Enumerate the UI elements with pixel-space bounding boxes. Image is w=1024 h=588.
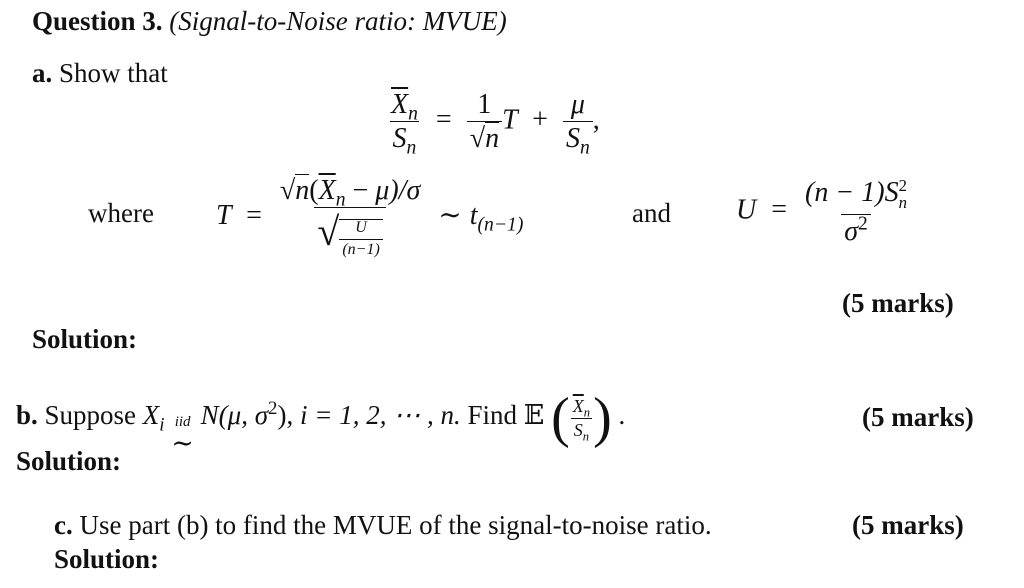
mu: μ	[570, 89, 585, 120]
one: 1	[477, 89, 492, 120]
equals-sign: =	[771, 194, 788, 226]
s: S	[392, 123, 407, 155]
iid-sim: iid ∼	[171, 415, 194, 457]
question-title: Question 3. (Signal-to-Noise ratio: MVUE…	[32, 8, 507, 35]
mu: μ	[375, 175, 390, 206]
equation-t-definition: T = √n(Xn − μ)/σ √ U (n−1) ∼ t(n−1)	[216, 174, 524, 259]
normal-distribution: N(μ, σ	[200, 400, 269, 431]
equation-u-definition: U = (n − 1)S 2 n σ2	[736, 177, 910, 247]
question-topic: (Signal-to-Noise ratio: MVUE)	[169, 6, 507, 36]
t-variable: T	[216, 199, 232, 231]
fraction-xbar-over-s: Xn Sn	[388, 89, 421, 158]
part-a-marks: (5 marks)	[842, 288, 954, 318]
find-text: Find	[467, 400, 518, 431]
sub-n: n	[579, 137, 590, 159]
distributed-as-symbol: ∼	[171, 428, 194, 459]
part-c-label: c.	[54, 510, 73, 540]
superscript-2: 2	[268, 398, 278, 420]
period: .	[618, 400, 626, 431]
fraction-t-statistic: √n(Xn − μ)/σ √ U (n−1)	[277, 174, 423, 259]
fraction-xbar-over-s: Xn Sn	[570, 395, 593, 444]
question-number: Question 3.	[32, 6, 163, 36]
fraction-u: (n − 1)S 2 n σ2	[802, 177, 910, 247]
solution-a-label: Solution:	[32, 324, 138, 354]
sub-n: n	[582, 429, 590, 444]
where-label: where	[88, 198, 154, 228]
open-paren: (	[309, 175, 319, 206]
sqrt-symbol: √	[469, 123, 486, 155]
x-variable: X	[142, 400, 160, 431]
part-c-marks: (5 marks)	[852, 510, 964, 540]
t-variable: T	[502, 104, 518, 136]
n: n	[295, 174, 310, 206]
u-variable: U	[736, 194, 757, 226]
fraction-u-over-n-minus-1: U (n−1)	[339, 219, 383, 259]
n-minus-1: (n−1)	[339, 238, 383, 259]
sub-n: n	[406, 137, 417, 159]
solution-c-label: Solution:	[54, 544, 160, 574]
degrees-of-freedom: (n−1)	[477, 214, 524, 236]
equation-ratio: Xn Sn = 1 √n T + μ Sn ,	[388, 89, 600, 158]
part-a-prompt: a. Show that	[32, 60, 168, 87]
part-b-label: b.	[16, 400, 38, 431]
part-c-text: Use part (b) to find the MVUE of the sig…	[79, 510, 712, 540]
n-minus-1-s: (n − 1)S	[805, 177, 899, 209]
right-paren: )	[593, 387, 612, 449]
part-b-text: Suppose	[44, 400, 137, 431]
fraction-one-over-sqrt-n: 1 √n	[466, 89, 503, 155]
equals-sign: =	[435, 104, 452, 136]
sub-n: n	[898, 192, 907, 212]
expectation-symbol: 𝔼	[523, 400, 545, 431]
solution-b-label: Solution:	[16, 446, 122, 476]
xbar: X	[572, 395, 584, 416]
u: U	[355, 219, 367, 237]
close-paren: ),	[277, 400, 294, 431]
comma: ,	[592, 104, 600, 136]
plus-sign: +	[532, 104, 548, 136]
part-a-text: Show that	[59, 58, 168, 88]
distributed-as-symbol: ∼	[438, 199, 462, 231]
xbar: X	[391, 89, 409, 120]
part-b-marks: (5 marks)	[862, 402, 974, 432]
equals-sign: =	[246, 199, 262, 231]
fraction-mu-over-s: μ Sn	[562, 89, 593, 158]
s: S	[573, 419, 583, 440]
sigma: σ	[844, 215, 858, 247]
close-over-sigma: )/σ	[389, 175, 421, 206]
index-range: i = 1, 2, ⋯ , n.	[300, 400, 461, 431]
s: S	[565, 123, 580, 155]
part-a-label: a.	[32, 58, 53, 88]
sub-i: i	[159, 414, 165, 436]
t-distribution: t	[469, 199, 478, 231]
left-paren: (	[551, 387, 570, 449]
part-c-prompt: c. Use part (b) to find the MVUE of the …	[54, 512, 712, 539]
and-label: and	[632, 198, 671, 228]
sqrt-symbol: √	[317, 209, 340, 255]
sqrt-symbol: √	[279, 175, 296, 206]
superscript-2: 2	[858, 213, 868, 235]
xbar: X	[318, 175, 336, 206]
minus-sign: −	[352, 175, 369, 206]
n: n	[485, 122, 500, 155]
